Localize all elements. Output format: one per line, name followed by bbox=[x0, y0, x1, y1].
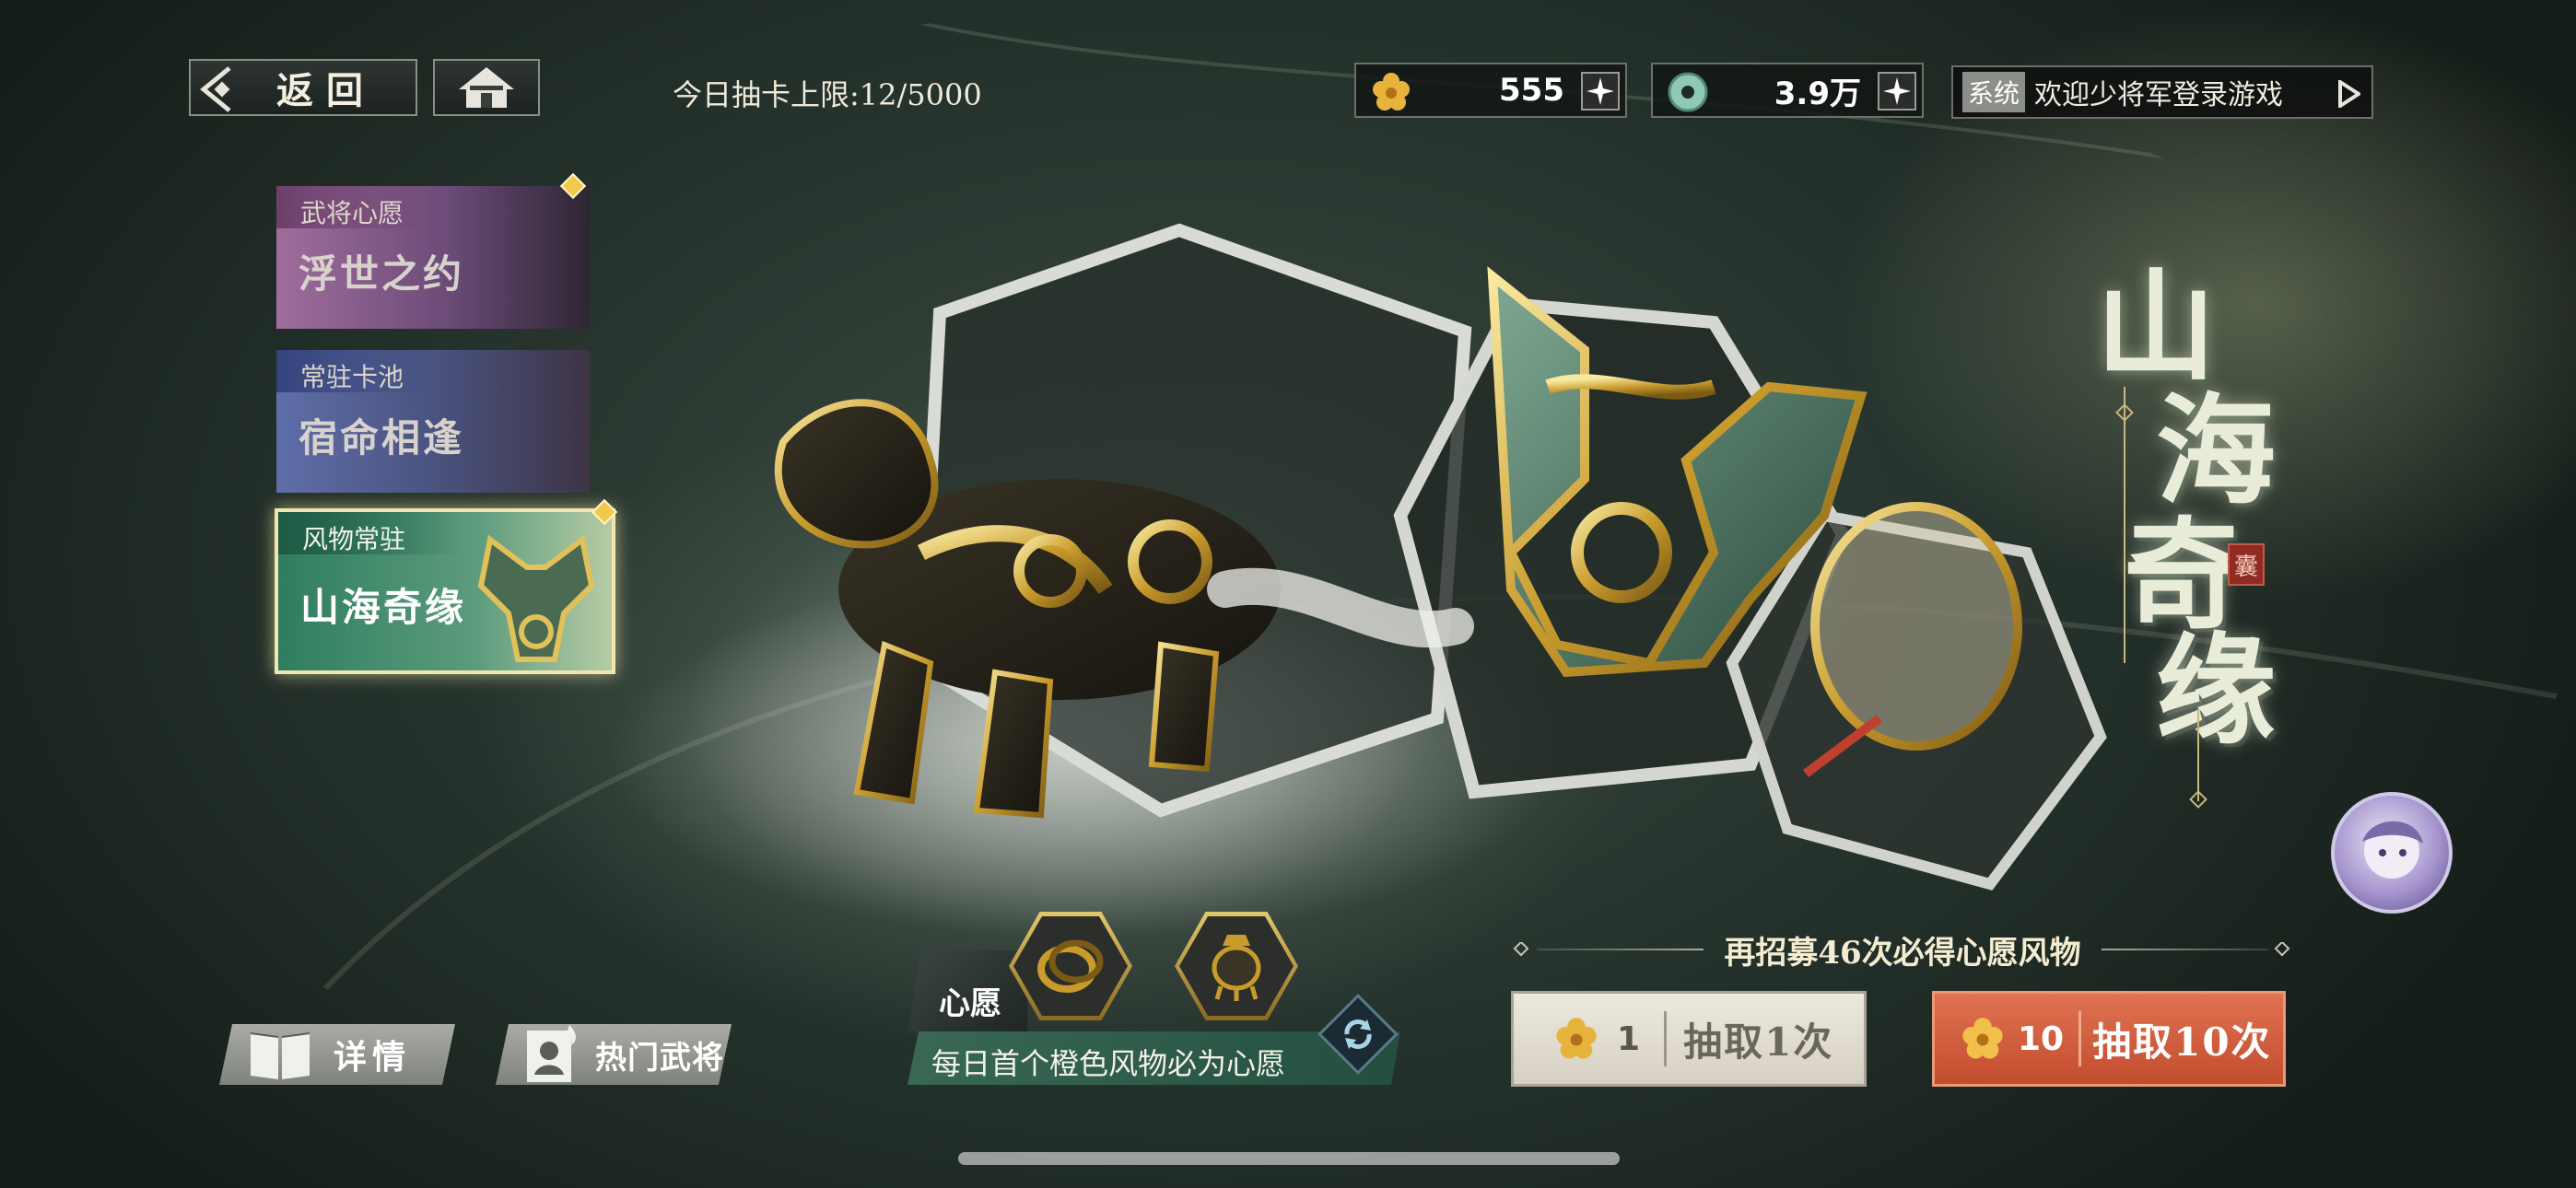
popular-generals-button[interactable]: 热门武将 bbox=[496, 1024, 732, 1085]
banner-tab-standard[interactable]: 常驻卡池 宿命相逢 bbox=[276, 350, 590, 493]
currency-jade: 3.9万 bbox=[1651, 63, 1924, 118]
banner-title: 浮世之约 bbox=[299, 251, 465, 297]
incense-burner-icon bbox=[1212, 935, 1261, 1001]
gold-flower-icon bbox=[1962, 1018, 2003, 1059]
back-arrow-icon bbox=[200, 66, 231, 112]
draw-ten-cost: 10 bbox=[2018, 1019, 2065, 1058]
plus-sparkle-icon bbox=[1587, 77, 1614, 105]
banner-tab-artifact-selected[interactable]: 风物常驻 山海奇缘 bbox=[275, 508, 615, 674]
play-arrow-icon bbox=[2338, 80, 2360, 108]
banner-tab-wish-general[interactable]: 武将心愿 浮世之约 bbox=[276, 186, 590, 329]
title-ornament-line bbox=[2189, 709, 2207, 809]
banner-small-label: 常驻卡池 bbox=[300, 362, 404, 392]
draw-one-label: 抽取1次 bbox=[1683, 1019, 1834, 1065]
general-profile-icon bbox=[525, 1025, 582, 1084]
bronze-bracelet-icon bbox=[1037, 939, 1104, 993]
title-char: 缘 bbox=[2156, 620, 2277, 761]
currency-gold: 555 bbox=[1354, 63, 1627, 118]
book-icon bbox=[247, 1026, 313, 1083]
notice-tag: 系统 bbox=[1962, 72, 2026, 112]
pity-counter: 再招募46次必得心愿风物 bbox=[1511, 926, 2294, 973]
add-jade-button[interactable] bbox=[1878, 72, 1916, 111]
character-avatar[interactable] bbox=[2331, 792, 2453, 914]
gacha-screen: 返回 今日抽卡上限:12/5000 555 3.9万 系统 欢迎少将军登录游戏 bbox=[0, 0, 2576, 1188]
home-button[interactable] bbox=[433, 59, 540, 116]
home-indicator[interactable] bbox=[958, 1152, 1620, 1165]
pity-text: 再招募46次必得心愿风物 bbox=[1724, 934, 2081, 972]
banner-small-label: 风物常驻 bbox=[302, 524, 406, 554]
pity-line-right bbox=[2101, 949, 2269, 950]
add-gold-button[interactable] bbox=[1581, 72, 1620, 111]
daily-draw-limit: 今日抽卡上限:12/5000 bbox=[673, 77, 982, 112]
golden-fan-artifact bbox=[1803, 502, 2022, 777]
refresh-icon bbox=[1344, 1019, 1372, 1049]
seal-char: 囊 bbox=[2233, 553, 2258, 581]
pity-line-left bbox=[1537, 949, 1704, 950]
wish-slot-2[interactable] bbox=[1175, 912, 1298, 1020]
gold-flower-icon bbox=[1373, 73, 1410, 111]
ornament-diamond-icon bbox=[2274, 942, 2290, 957]
ornament-diamond-icon bbox=[1513, 942, 1529, 957]
title-ornament-line bbox=[2115, 387, 2134, 663]
back-button[interactable]: 返回 bbox=[189, 59, 417, 116]
draw-ten-label: 抽取10次 bbox=[2092, 1019, 2272, 1065]
wish-slot-1[interactable] bbox=[1009, 912, 1132, 1020]
plus-sparkle-icon bbox=[1883, 77, 1911, 105]
red-seal: 囊 bbox=[2228, 543, 2265, 586]
banner-small-label: 武将心愿 bbox=[300, 198, 404, 228]
popular-generals-label: 热门武将 bbox=[595, 1039, 724, 1077]
details-label: 详情 bbox=[334, 1038, 412, 1077]
wish-selection: 心愿 每日首个橙色风物必为心愿 bbox=[907, 903, 1405, 1087]
home-icon bbox=[459, 67, 514, 108]
wish-label: 心愿 bbox=[939, 985, 1001, 1022]
gold-flower-icon bbox=[1556, 1018, 1597, 1059]
system-notice[interactable]: 系统 欢迎少将军登录游戏 bbox=[1951, 65, 2373, 119]
details-button[interactable]: 详情 bbox=[219, 1024, 455, 1085]
jade-mask-thumbnail bbox=[477, 534, 595, 662]
jade-coin-icon bbox=[1668, 72, 1708, 112]
jade-amount: 3.9万 bbox=[1774, 75, 1861, 112]
draw-one-button[interactable]: 1 抽取1次 bbox=[1511, 991, 1867, 1087]
gold-amount: 555 bbox=[1499, 72, 1564, 109]
banner-title: 山海奇缘 bbox=[300, 585, 467, 630]
draw-divider bbox=[2078, 1011, 2082, 1066]
avatar-face-icon bbox=[2362, 821, 2423, 879]
back-label: 返回 bbox=[276, 69, 376, 112]
bronze-beast-artifact bbox=[774, 399, 1474, 819]
banner-title: 宿命相逢 bbox=[299, 415, 465, 460]
draw-one-cost: 1 bbox=[1617, 1019, 1641, 1058]
draw-divider bbox=[1664, 1011, 1668, 1066]
wish-description: 每日首个橙色风物必为心愿 bbox=[931, 1046, 1286, 1081]
notice-text: 欢迎少将军登录游戏 bbox=[2034, 79, 2284, 111]
draw-ten-button[interactable]: 10 抽取10次 bbox=[1932, 991, 2286, 1087]
jade-mask-artifact bbox=[1487, 266, 1868, 678]
